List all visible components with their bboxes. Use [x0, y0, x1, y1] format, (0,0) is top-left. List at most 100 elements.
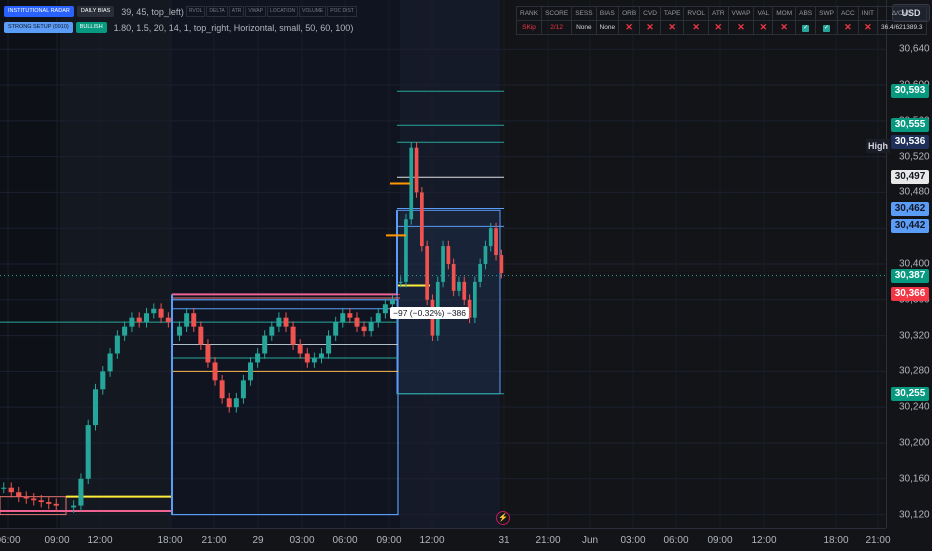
- radar-cell: VOLUME: [299, 6, 327, 17]
- price-tick-label: 30,320: [899, 330, 930, 342]
- status-header-cell: MOM: [772, 6, 797, 21]
- candle-body: [488, 228, 493, 247]
- cross-icon: ✕: [646, 22, 654, 32]
- candle-body: [478, 264, 483, 282]
- status-cell: ✕: [857, 20, 878, 35]
- radar-cells: RVOL DELTA ATR VWAP LOCATION VOLUME POC DIST: [185, 6, 358, 17]
- candle-body: [354, 317, 360, 327]
- chart-plot-area[interactable]: [0, 0, 886, 528]
- status-cell: ✕: [618, 20, 641, 35]
- price-axis[interactable]: 30,64030,60030,56030,52030,48030,44030,4…: [886, 0, 932, 528]
- candle-body: [31, 498, 37, 501]
- radar-cell: LOCATION: [266, 6, 299, 17]
- status-header-cell: INIT: [857, 6, 878, 21]
- status-header-cell: VAL: [753, 6, 774, 21]
- radar-cell: ATR: [228, 6, 245, 17]
- candle-body: [368, 322, 374, 332]
- radar-cell: DELTA: [206, 6, 228, 17]
- candle-body: [472, 281, 477, 318]
- candle-body: [414, 147, 419, 193]
- status-value-cell: 36.4/621389.3: [876, 20, 927, 35]
- cross-icon: ✕: [714, 22, 723, 32]
- candle-body: [71, 505, 77, 508]
- candle-body: [226, 398, 232, 408]
- cross-icon: ✕: [625, 22, 633, 32]
- time-tick-label: 03:00: [289, 535, 315, 546]
- price-tag: 30,387: [891, 268, 929, 283]
- cross-icon: ✕: [864, 22, 872, 32]
- price-tick-label: 30,200: [899, 437, 930, 449]
- cross-icon: ✕: [737, 22, 745, 32]
- candle-body: [151, 308, 157, 314]
- candle-body: [85, 425, 91, 479]
- cross-icon: ✕: [780, 22, 788, 32]
- time-tick-label: 21:00: [865, 535, 891, 546]
- candle-body: [361, 326, 367, 332]
- candle-body: [276, 317, 282, 327]
- status-header-cell: Δ/CVD: [876, 6, 927, 21]
- status-value-cell: 2/12: [541, 20, 573, 35]
- candle-body: [451, 264, 456, 291]
- time-tick-label: Jun: [581, 535, 599, 546]
- bullish-badge: BULLISH: [75, 22, 107, 33]
- status-header-cell: ACC: [836, 6, 859, 21]
- time-tick-label: 12:00: [751, 535, 777, 546]
- cross-icon: ✕: [692, 22, 700, 32]
- candle-body: [136, 317, 142, 323]
- candle-body: [158, 308, 164, 318]
- price-tag: 30,255: [891, 386, 929, 401]
- status-cell: ✓: [815, 20, 838, 35]
- time-tick-label: 06:00: [0, 535, 21, 546]
- status-header-cell: SESS: [571, 6, 597, 21]
- cross-icon: ✕: [844, 22, 852, 32]
- status-header-cell: BIAS: [595, 6, 620, 21]
- indicator-params-1: 39, 45, top_left): [121, 6, 184, 17]
- candle-body: [53, 503, 59, 506]
- candle-body: [114, 335, 120, 354]
- status-table-values: SKip 2/12 None None ✕ ✕ ✕ ✕ ✕ ✕ ✕ ✕ ✓ ✓ ✕ ✕ 36.4/621389.…: [515, 20, 927, 35]
- candle-body: [122, 326, 128, 336]
- time-tick-label: 06:00: [332, 535, 358, 546]
- price-tick-label: 30,480: [899, 186, 930, 198]
- status-cell: ✕: [727, 20, 755, 35]
- status-cell: ✓: [795, 20, 817, 35]
- time-tick-label: 09:00: [44, 535, 70, 546]
- time-tick-label: 31: [498, 535, 510, 546]
- candle-body: [382, 304, 388, 314]
- candle-body: [165, 317, 171, 323]
- candle-body: [248, 362, 253, 381]
- status-header-cell: RVOL: [683, 6, 709, 21]
- candle-body: [255, 353, 261, 363]
- candle-body: [290, 326, 296, 345]
- time-tick-label: 09:00: [376, 535, 402, 546]
- candle-body: [38, 500, 44, 503]
- candle-body: [233, 398, 239, 408]
- price-tag: 30,462: [891, 201, 929, 216]
- status-header-cell: ATR: [708, 6, 729, 21]
- high-label: High: [866, 139, 890, 153]
- status-header-cell: TAPE: [659, 6, 685, 21]
- candle-body: [269, 326, 275, 336]
- status-header-cell: VWAP: [727, 6, 755, 21]
- price-tag: 30,442: [891, 219, 929, 234]
- candle-body: [205, 344, 211, 363]
- radar-cell: POC DIST: [327, 6, 357, 17]
- price-chart[interactable]: [0, 0, 886, 528]
- price-tick-label: 30,240: [899, 401, 930, 413]
- candle-body: [441, 246, 445, 282]
- price-tick-label: 30,160: [899, 473, 930, 485]
- candle-body: [184, 313, 190, 327]
- lightning-icon[interactable]: ⚡: [496, 511, 510, 525]
- candle-body: [319, 353, 324, 358]
- check-icon: ✓: [823, 24, 831, 32]
- status-cell: ✕: [836, 20, 859, 35]
- cross-icon: ✕: [668, 22, 676, 32]
- status-table-header: RANK SCORE SESS BIAS ORB CVD TAPE RVOL ATR VWAP VA…: [515, 6, 927, 21]
- status-header-cell: ABS: [795, 6, 817, 21]
- status-value-cell: None: [595, 20, 620, 35]
- candle-body: [107, 353, 113, 372]
- time-axis[interactable]: 06:00 09:00 12:00 18:00 21:00 29 03:00 06:00 09:…: [0, 528, 891, 551]
- status-cell: ✕: [753, 20, 774, 35]
- indicator-params-2: 1.80, 1.5, 20, 14, 1, top_right, Horizon…: [113, 22, 354, 33]
- candle-body: [46, 502, 52, 504]
